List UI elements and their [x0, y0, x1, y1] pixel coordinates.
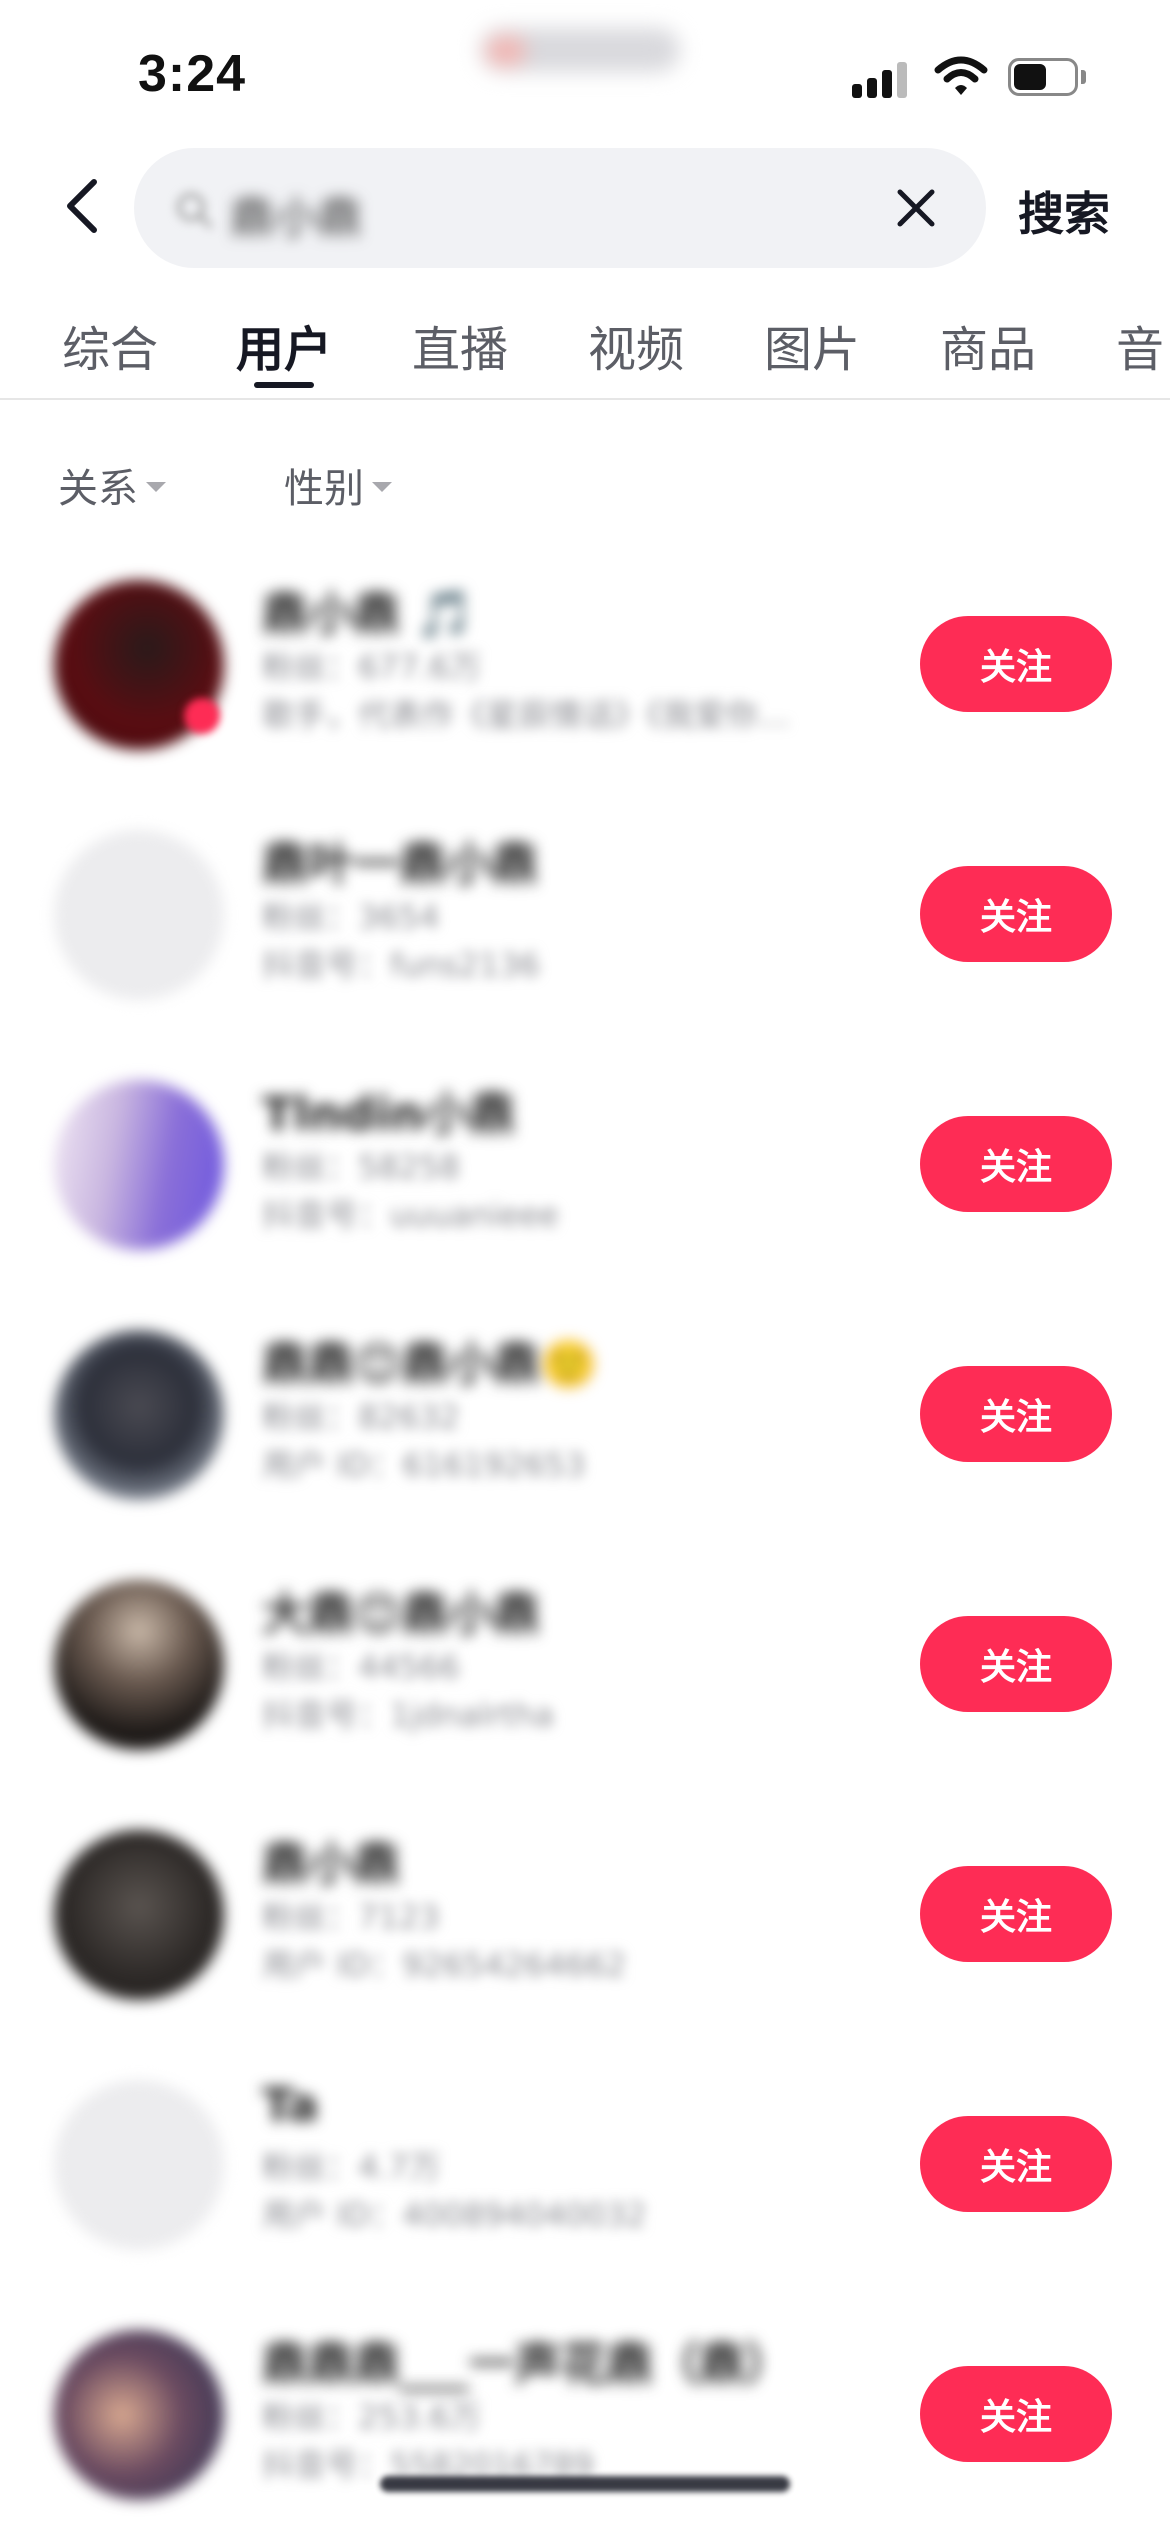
follow-button[interactable]: 关注 [920, 1616, 1112, 1712]
user-followers: 粉丝：677.6万 [262, 648, 482, 686]
filter-relationship-label: 关系 [58, 466, 138, 512]
user-row[interactable]: Tlndin小鼎 粉丝：58258 抖音号：uuuanieee 关注 [0, 1060, 1170, 1310]
filter-gender-label: 性别 [284, 466, 364, 512]
clear-search-button[interactable] [886, 178, 946, 238]
user-row[interactable]: 鼎小鼎 🎵 粉丝：677.6万 歌手，代表作《星辰情话》《我爱你… 关注 [0, 560, 1170, 810]
tab-comprehensive[interactable]: 综合 [62, 310, 158, 380]
user-description: 抖音号：funs2136 [262, 946, 540, 984]
follow-button[interactable]: 关注 [920, 2366, 1112, 2462]
status-bar: 3:24 [0, 0, 1170, 150]
user-followers: 粉丝：7123 [262, 1898, 440, 1936]
avatar[interactable] [54, 2330, 224, 2500]
user-name: 鼎小鼎 [262, 1837, 400, 1891]
avatar[interactable] [54, 1330, 224, 1500]
avatar[interactable] [54, 830, 224, 1000]
search-submit-button[interactable]: 搜索 [1018, 178, 1110, 244]
signal-icon [852, 58, 912, 98]
user-row[interactable]: 鼎叶一鼎小鼎 粉丝：3654 抖音号：funs2136 关注 [0, 810, 1170, 1060]
user-followers: 粉丝：4.7万 [262, 2148, 441, 2186]
user-description: 歌手，代表作《星辰情话》《我爱你… [262, 696, 791, 734]
follow-button[interactable]: 关注 [920, 1116, 1112, 1212]
tab-videos[interactable]: 视频 [588, 310, 684, 380]
tab-images[interactable]: 图片 [764, 310, 860, 380]
user-name: 鼎叶一鼎小鼎 [262, 837, 538, 891]
tab-music[interactable]: 音 [1116, 310, 1164, 380]
live-badge [184, 698, 220, 734]
battery-icon [1008, 58, 1086, 96]
user-row[interactable]: 鼎鼎😊鼎小鼎🙂 粉丝：82632 用户 ID：616192653 关注 [0, 1310, 1170, 1560]
user-description: 抖音号：uuuanieee [262, 1196, 559, 1234]
user-description: 用户 ID：92654264662 [262, 1946, 627, 1984]
user-followers: 粉丝：82632 [262, 1398, 460, 1436]
caret-down-icon [372, 482, 392, 492]
avatar[interactable] [54, 1580, 224, 1750]
caret-down-icon [146, 482, 166, 492]
filter-relationship[interactable]: 关系 [58, 456, 166, 514]
user-description: 用户 ID：616192653 [262, 1446, 586, 1484]
search-category-tabs: 综合 用户 直播 视频 图片 商品 音 [0, 300, 1170, 400]
search-query-text: 鼎小鼎 [230, 193, 362, 244]
search-header: 鼎小鼎 搜索 [0, 140, 1170, 270]
user-followers: 粉丝：3654 [262, 898, 440, 936]
avatar[interactable] [54, 1830, 224, 2000]
tab-users[interactable]: 用户 [236, 310, 332, 380]
home-indicator [380, 2476, 790, 2492]
close-icon [897, 189, 935, 227]
user-row[interactable]: Ta 粉丝：4.7万 用户 ID：400894040032 关注 [0, 2060, 1170, 2310]
user-followers: 粉丝：58258 [262, 1148, 460, 1186]
tab-live[interactable]: 直播 [412, 310, 508, 380]
follow-button[interactable]: 关注 [920, 866, 1112, 962]
tab-products[interactable]: 商品 [940, 310, 1036, 380]
follow-button[interactable]: 关注 [920, 616, 1112, 712]
wifi-icon [934, 54, 988, 98]
user-name: 鼎鼎😊鼎小鼎🙂 [262, 1337, 598, 1391]
follow-button[interactable]: 关注 [920, 1366, 1112, 1462]
avatar[interactable] [54, 2080, 224, 2250]
back-button[interactable] [52, 176, 112, 236]
dynamic-island [480, 28, 680, 72]
user-followers: 粉丝：44566 [262, 1648, 460, 1686]
active-tab-indicator [254, 382, 314, 388]
user-name: 鼎鼎鼎___一声花鼎（鼎） [262, 2337, 791, 2391]
user-name: 鼎小鼎 🎵 [262, 587, 474, 641]
user-name: 大鼎😊鼎小鼎 [262, 1587, 540, 1641]
search-input[interactable]: 鼎小鼎 [134, 148, 986, 268]
user-row[interactable]: 大鼎😊鼎小鼎 粉丝：44566 抖音号：1jdnalrtha 关注 [0, 1560, 1170, 1810]
user-row[interactable]: 鼎小鼎 粉丝：7123 用户 ID：92654264662 关注 [0, 1810, 1170, 2060]
user-row[interactable]: 鼎鼎鼎___一声花鼎（鼎） 粉丝：253.6万 抖音号：5582016789 关… [0, 2310, 1170, 2532]
follow-button[interactable]: 关注 [920, 2116, 1112, 2212]
user-followers: 粉丝：253.6万 [262, 2398, 482, 2436]
back-arrow-icon [67, 179, 97, 233]
user-name: Ta [262, 2078, 319, 2132]
filter-gender[interactable]: 性别 [284, 456, 392, 514]
filter-bar: 关系 性别 [0, 450, 1170, 520]
follow-button[interactable]: 关注 [920, 1866, 1112, 1962]
user-description: 抖音号：1jdnalrtha [262, 1696, 554, 1734]
avatar[interactable] [54, 1080, 224, 1250]
search-icon [177, 193, 212, 228]
user-description: 用户 ID：400894040032 [262, 2196, 647, 2234]
status-time: 3:24 [138, 45, 247, 103]
user-name: Tlndin小鼎 [262, 1087, 516, 1141]
